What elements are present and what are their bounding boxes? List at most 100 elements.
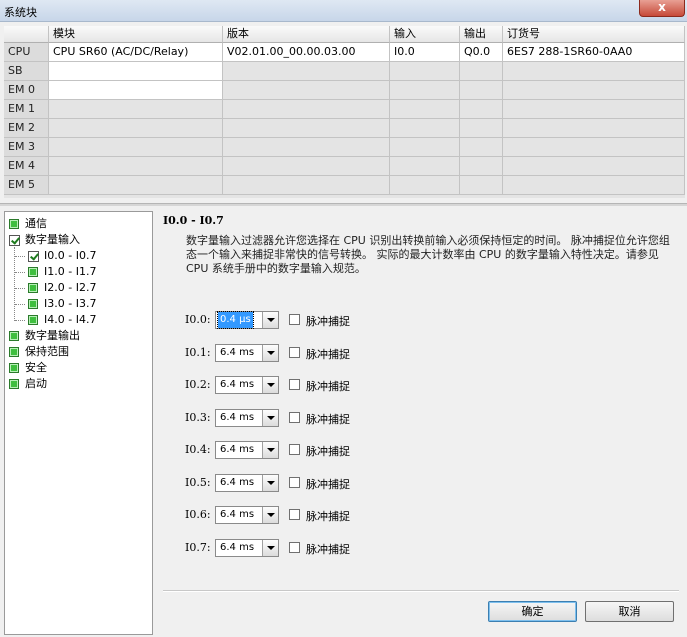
tree-item-group-2[interactable]: I2.0 - I2.7 — [44, 280, 96, 296]
grid-cell-order[interactable] — [503, 100, 685, 119]
cancel-button[interactable]: 取消 — [585, 601, 674, 622]
pulse-capture-checkbox[interactable] — [289, 444, 300, 455]
grid-cell-version[interactable]: V02.01.00_00.00.03.00 — [223, 43, 390, 62]
col-header-input[interactable]: 输入 — [390, 26, 460, 43]
grid-row[interactable]: EM 5 — [4, 176, 685, 195]
grid-cell-order[interactable] — [503, 119, 685, 138]
grid-cell-order[interactable]: 6ES7 288-1SR60-0AA0 — [503, 43, 685, 62]
grid-cell-module[interactable] — [49, 157, 223, 176]
filter-time-dropdown[interactable]: 6.4 ms — [215, 343, 279, 362]
grid-cell-module[interactable] — [49, 100, 223, 119]
tree-item-group-3[interactable]: I3.0 - I3.7 — [44, 296, 96, 312]
grid-cell-version[interactable] — [223, 176, 390, 195]
pulse-capture-checkbox[interactable] — [289, 541, 300, 553]
grid-cell-input[interactable] — [390, 138, 460, 157]
filter-time-dropdown[interactable]: 6.4 ms — [215, 506, 279, 524]
tree-item-security[interactable]: 安全 — [25, 360, 47, 376]
row-slot-label[interactable]: EM 2 — [4, 119, 49, 138]
chevron-down-icon[interactable] — [262, 474, 278, 491]
tree-item-retain[interactable]: 保持范围 — [25, 344, 69, 360]
row-slot-label[interactable]: EM 1 — [4, 100, 49, 119]
row-slot-label[interactable]: EM 5 — [4, 176, 49, 195]
grid-cell-version[interactable] — [223, 157, 390, 176]
row-slot-label[interactable]: EM 0 — [4, 81, 49, 100]
grid-cell-input[interactable] — [390, 157, 460, 176]
grid-cell-order[interactable] — [503, 176, 685, 195]
grid-cell-input[interactable] — [390, 176, 460, 195]
filter-time-dropdown[interactable]: 6.4 ms — [215, 441, 279, 459]
pulse-capture-checkbox[interactable] — [289, 314, 300, 325]
grid-cell-output[interactable] — [460, 81, 503, 100]
grid-cell-version[interactable] — [223, 138, 390, 157]
grid-cell-input[interactable] — [390, 62, 460, 81]
grid-cell-module[interactable] — [49, 62, 223, 81]
grid-row[interactable]: SB — [4, 62, 685, 81]
grid-row[interactable]: EM 1 — [4, 100, 685, 119]
chevron-down-icon[interactable] — [262, 377, 278, 393]
tree-item-startup[interactable]: 启动 — [25, 376, 47, 392]
filter-time-dropdown[interactable]: 6.4 ms — [215, 473, 279, 492]
grid-cell-module[interactable] — [49, 81, 223, 100]
pulse-capture-checkbox[interactable] — [289, 476, 300, 488]
grid-cell-output[interactable] — [460, 100, 503, 119]
grid-cell-order[interactable] — [503, 81, 685, 100]
tree-item-group-4[interactable]: I4.0 - I4.7 — [44, 312, 96, 328]
pulse-capture-checkbox[interactable] — [289, 379, 300, 390]
grid-cell-version[interactable] — [223, 100, 390, 119]
pane-splitter[interactable] — [0, 203, 687, 206]
close-button[interactable]: x — [639, 0, 685, 17]
grid-row[interactable]: EM 2 — [4, 119, 685, 138]
grid-row[interactable]: EM 3 — [4, 138, 685, 157]
grid-cell-version[interactable] — [223, 119, 390, 138]
grid-cell-module[interactable] — [49, 176, 223, 195]
row-slot-label[interactable]: CPU — [4, 43, 49, 62]
grid-row[interactable]: EM 0 — [4, 81, 685, 100]
pulse-capture-checkbox[interactable] — [289, 509, 300, 520]
tree-item-group-1[interactable]: I1.0 - I1.7 — [44, 264, 96, 280]
row-slot-label[interactable]: SB — [4, 62, 49, 81]
tree-item-digital-output[interactable]: 数字量输出 — [25, 328, 80, 344]
grid-cell-input[interactable] — [390, 81, 460, 100]
grid-cell-output[interactable]: Q0.0 — [460, 43, 503, 62]
chevron-down-icon[interactable] — [262, 409, 278, 426]
grid-cell-version[interactable] — [223, 81, 390, 100]
chevron-down-icon[interactable] — [262, 507, 278, 523]
grid-cell-input[interactable] — [390, 100, 460, 119]
col-header-module[interactable]: 模块 — [49, 26, 223, 43]
row-slot-label[interactable]: EM 4 — [4, 157, 49, 176]
filter-time-dropdown[interactable]: 6.4 ms — [215, 408, 279, 427]
grid-cell-output[interactable] — [460, 138, 503, 157]
grid-cell-module[interactable] — [49, 138, 223, 157]
grid-cell-module[interactable] — [49, 119, 223, 138]
pulse-capture-checkbox[interactable] — [289, 411, 300, 423]
grid-row[interactable]: EM 4 — [4, 157, 685, 176]
tree-item-group-0[interactable]: I0.0 - I0.7 — [44, 248, 96, 264]
col-header-output[interactable]: 输出 — [460, 26, 503, 43]
pulse-capture-checkbox[interactable] — [289, 346, 300, 358]
grid-row[interactable]: CPU CPU SR60 (AC/DC/Relay) V02.01.00_00.00… — [4, 43, 685, 62]
filter-time-dropdown[interactable]: 0.4 μs — [215, 311, 279, 329]
grid-cell-order[interactable] — [503, 62, 685, 81]
col-header-order[interactable]: 订货号 — [503, 26, 685, 43]
chevron-down-icon[interactable] — [262, 539, 278, 556]
grid-cell-output[interactable] — [460, 157, 503, 176]
grid-cell-version[interactable] — [223, 62, 390, 81]
grid-cell-output[interactable] — [460, 176, 503, 195]
grid-cell-order[interactable] — [503, 138, 685, 157]
grid-cell-module[interactable]: CPU SR60 (AC/DC/Relay) — [49, 43, 223, 62]
chevron-down-icon[interactable] — [262, 312, 278, 328]
tree-item-digital-input[interactable]: 数字量输入 — [25, 232, 80, 248]
filter-time-dropdown[interactable]: 6.4 ms — [215, 538, 279, 557]
chevron-down-icon[interactable] — [262, 442, 278, 458]
grid-cell-output[interactable] — [460, 62, 503, 81]
row-slot-label[interactable]: EM 3 — [4, 138, 49, 157]
col-header-version[interactable]: 版本 — [223, 26, 390, 43]
grid-cell-order[interactable] — [503, 157, 685, 176]
grid-cell-input[interactable]: I0.0 — [390, 43, 460, 62]
chevron-down-icon[interactable] — [262, 344, 278, 361]
tree-item-comm[interactable]: 通信 — [25, 216, 47, 232]
filter-time-dropdown[interactable]: 6.4 ms — [215, 376, 279, 394]
ok-button[interactable]: 确定 — [488, 601, 577, 622]
grid-cell-output[interactable] — [460, 119, 503, 138]
grid-cell-input[interactable] — [390, 119, 460, 138]
